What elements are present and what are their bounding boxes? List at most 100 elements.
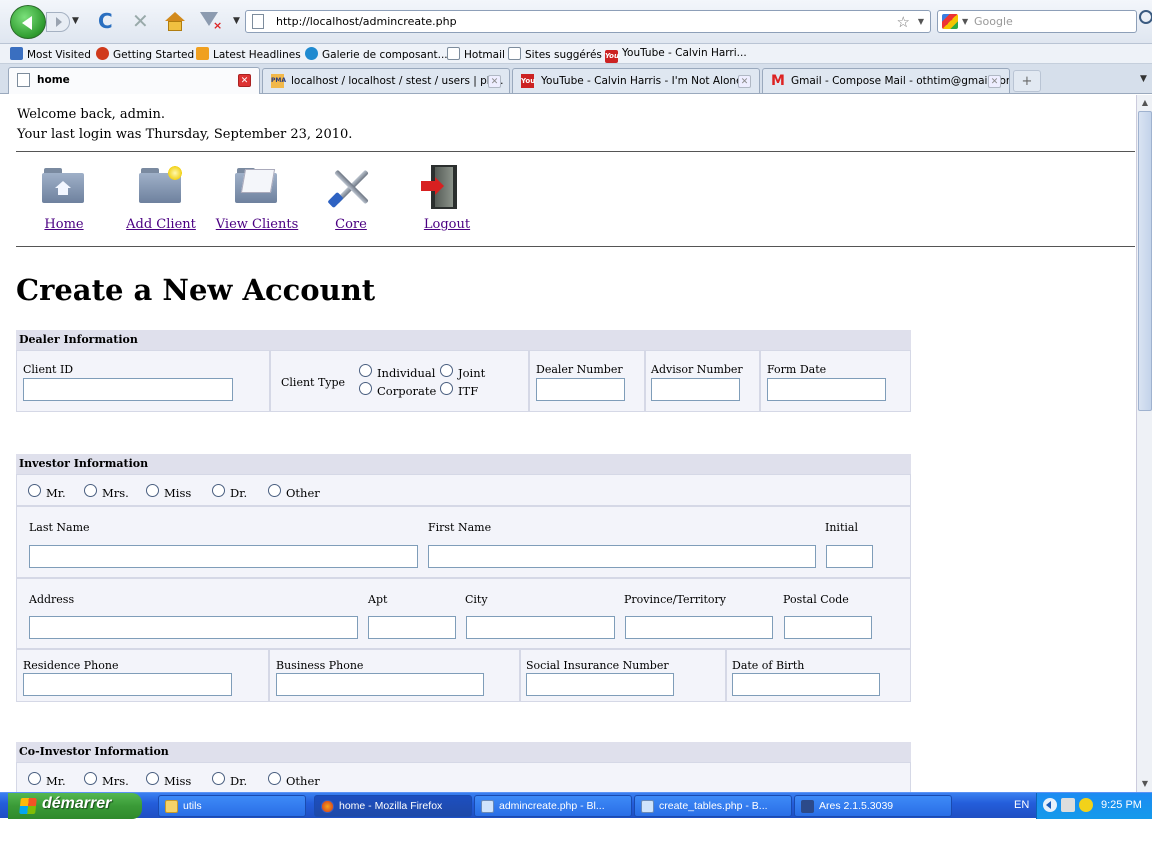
language-indicator[interactable]: EN (1014, 799, 1029, 811)
forward-button[interactable] (46, 12, 70, 32)
dropdown-icon[interactable]: ▼ (233, 16, 240, 26)
tab-youtube[interactable]: You YouTube - Calvin Harris - I'm Not Al… (512, 68, 760, 93)
bookmark-galerie[interactable]: Galerie de composant... (305, 47, 448, 61)
initial-label: Initial (825, 521, 858, 534)
type-joint-radio[interactable] (440, 364, 453, 377)
new-tab-button[interactable]: + (1013, 70, 1041, 92)
task-firefox[interactable]: home - Mozilla Firefox (314, 795, 472, 817)
history-dropdown-icon[interactable]: ▼ (72, 16, 79, 26)
investor-address-row: Address Apt City Province/Territory Post… (16, 578, 911, 649)
home-icon[interactable] (164, 12, 186, 34)
firefox-icon (321, 800, 334, 813)
back-button[interactable] (10, 5, 46, 39)
investor-title-mr-radio[interactable] (28, 484, 41, 497)
advisor-number-input[interactable] (651, 378, 740, 401)
nav-home-link[interactable]: Home (44, 217, 83, 232)
tab-phpmyadmin[interactable]: PMA localhost / localhost / stest / user… (262, 68, 510, 93)
page-icon (508, 47, 521, 60)
bookmark-star-icon[interactable]: ☆ (897, 11, 910, 33)
coinvestor-title-mrs-radio[interactable] (84, 772, 97, 785)
task-utils[interactable]: utils (158, 795, 306, 817)
tray-app-icon[interactable] (1061, 798, 1075, 812)
close-tab-icon[interactable]: ✕ (488, 75, 501, 88)
reload-icon[interactable]: C (98, 8, 113, 34)
scroll-down-icon[interactable]: ▼ (1138, 777, 1152, 791)
coinvestor-title-dr-radio[interactable] (212, 772, 225, 785)
investor-title-mrs-radio[interactable] (84, 484, 97, 497)
residence-phone-input[interactable] (23, 673, 232, 696)
navigation-toolbar: ▼ C ✕ × ▼ http://localhost/admincreate.p… (0, 0, 1152, 44)
task-admincreate[interactable]: admincreate.php - Bl... (474, 795, 632, 817)
windows-taskbar: démarrer utils home - Mozilla Firefox ad… (0, 792, 1152, 819)
bookmark-hotmail[interactable]: Hotmail (447, 47, 505, 61)
search-engine-dropdown-icon[interactable]: ▼ (962, 17, 968, 26)
bookmark-latest-headlines[interactable]: Latest Headlines (196, 47, 301, 61)
tab-gmail[interactable]: M Gmail - Compose Mail - othtim@gmail.co… (762, 68, 1010, 93)
coinvestor-section-heading: Co-Investor Information (16, 742, 911, 762)
stop-icon[interactable]: ✕ (132, 8, 149, 34)
close-tab-icon[interactable]: ✕ (738, 75, 751, 88)
investor-title-other-radio[interactable] (268, 484, 281, 497)
search-icon[interactable] (1139, 10, 1152, 24)
dealer-number-input[interactable] (536, 378, 625, 401)
type-corporate-radio[interactable] (359, 382, 372, 395)
last-name-label: Last Name (29, 521, 90, 534)
last-name-input[interactable] (29, 545, 418, 568)
city-input[interactable] (466, 616, 615, 639)
client-id-cell: Client ID (16, 350, 270, 412)
close-tab-icon[interactable]: ✕ (988, 75, 1001, 88)
apt-input[interactable] (368, 616, 456, 639)
download-icon[interactable]: × (198, 8, 224, 34)
postal-code-input[interactable] (784, 616, 872, 639)
form-date-input[interactable] (767, 378, 886, 401)
sin-input[interactable] (526, 673, 674, 696)
bookmark-sites-suggeres[interactable]: Sites suggérés (508, 47, 602, 61)
first-name-input[interactable] (428, 545, 816, 568)
google-icon[interactable] (942, 14, 958, 29)
search-input[interactable]: ▼ Google (937, 10, 1137, 33)
bookmarks-toolbar: Most Visited Getting Started Latest Head… (0, 44, 1152, 64)
initial-input[interactable] (826, 545, 873, 568)
task-create-tables[interactable]: create_tables.php - B... (634, 795, 792, 817)
close-tab-icon[interactable]: ✕ (238, 74, 251, 87)
client-id-input[interactable] (23, 378, 233, 401)
investor-title-miss-label: Miss (164, 486, 192, 500)
type-itf-radio[interactable] (440, 382, 453, 395)
coinvestor-title-miss-radio[interactable] (146, 772, 159, 785)
nav-core-link[interactable]: Core (335, 217, 367, 232)
investor-title-miss-radio[interactable] (146, 484, 159, 497)
scroll-thumb[interactable] (1138, 111, 1152, 411)
investor-title-dr-radio[interactable] (212, 484, 225, 497)
province-input[interactable] (625, 616, 773, 639)
client-id-label: Client ID (23, 363, 74, 376)
dob-input[interactable] (732, 673, 880, 696)
bookmark-most-visited[interactable]: Most Visited (10, 47, 91, 61)
bookmark-youtube[interactable]: You YouTube - Calvin Harri... (605, 47, 747, 63)
tabs-dropdown-icon[interactable]: ▼ (1140, 74, 1147, 84)
dealer-number-label: Dealer Number (536, 363, 623, 376)
editor-icon (481, 800, 494, 813)
type-individual-radio[interactable] (359, 364, 372, 377)
url-dropdown-icon[interactable]: ▼ (918, 17, 924, 26)
start-button[interactable]: démarrer (8, 793, 142, 819)
task-ares[interactable]: Ares 2.1.5.3039 (794, 795, 952, 817)
show-hidden-icons-icon[interactable] (1043, 798, 1057, 812)
bookmark-getting-started[interactable]: Getting Started (96, 47, 194, 61)
nav-add-client-link[interactable]: Add Client (126, 217, 196, 232)
url-bar[interactable]: http://localhost/admincreate.php ☆ ▼ (245, 10, 931, 33)
address-input[interactable] (29, 616, 358, 639)
scroll-up-icon[interactable]: ▲ (1138, 96, 1152, 110)
business-phone-input[interactable] (276, 673, 484, 696)
coinvestor-title-other-radio[interactable] (268, 772, 281, 785)
dob-label: Date of Birth (732, 659, 805, 672)
coinvestor-title-dr-label: Dr. (230, 774, 248, 788)
vertical-scrollbar[interactable]: ▲ ▼ (1136, 95, 1152, 792)
system-tray: 9:25 PM (1036, 793, 1152, 819)
tab-home[interactable]: home ✕ (8, 67, 260, 94)
tray-network-icon[interactable] (1079, 798, 1093, 812)
nav-view-clients-link[interactable]: View Clients (216, 217, 299, 232)
nav-logout-link[interactable]: Logout (424, 217, 470, 232)
coinvestor-title-mr-radio[interactable] (28, 772, 41, 785)
residence-phone-cell: Residence Phone (16, 649, 269, 702)
investor-title-dr-label: Dr. (230, 486, 248, 500)
